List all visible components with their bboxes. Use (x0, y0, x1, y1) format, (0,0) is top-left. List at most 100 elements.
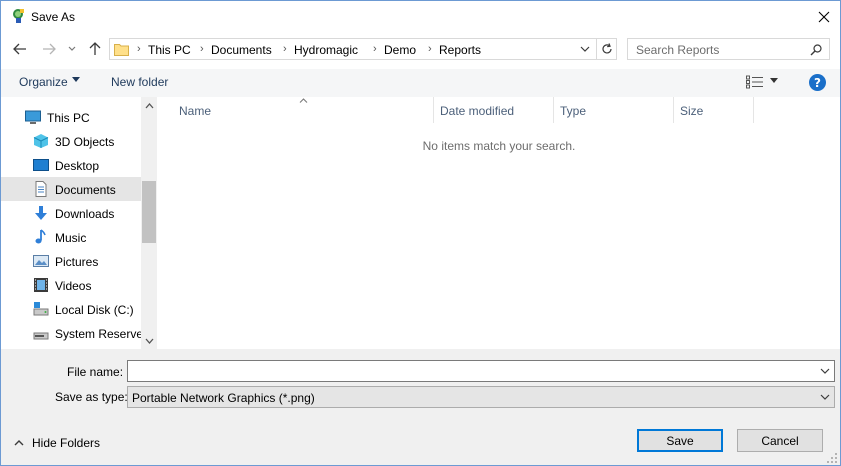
refresh-button[interactable] (596, 39, 616, 59)
close-icon (818, 11, 829, 22)
resize-grip-icon[interactable] (826, 452, 838, 464)
picture-icon (33, 255, 49, 267)
column-label: Size (680, 104, 704, 118)
nav-label: Pictures (55, 255, 99, 269)
chevron-down-icon (145, 338, 153, 344)
navigation-pane: This PC 3D Objects Desktop Documents Dow… (1, 97, 157, 349)
refresh-icon (601, 43, 612, 54)
organize-button[interactable]: Organize (19, 75, 68, 89)
nav-item-system-reserved[interactable]: System Reserved (1, 321, 150, 345)
close-button[interactable] (807, 1, 840, 32)
chevron-up-icon (145, 102, 153, 108)
nav-label: Videos (55, 279, 92, 293)
command-bar: Organize New folder ? (1, 69, 840, 97)
download-arrow-icon (35, 206, 47, 220)
search-button[interactable] (808, 42, 824, 58)
save-type-dropdown-button[interactable] (817, 389, 833, 405)
document-icon (35, 181, 47, 197)
breadcrumb-reports[interactable]: Reports (439, 43, 481, 57)
column-header-type[interactable]: Type (554, 97, 674, 123)
hide-folders-label: Hide Folders (32, 436, 101, 450)
breadcrumb-separator: › (200, 43, 204, 55)
column-header-size[interactable]: Size (674, 97, 754, 123)
chevron-up-icon (14, 440, 24, 446)
caret-down-icon[interactable] (770, 78, 778, 83)
breadcrumb-separator: › (428, 43, 432, 55)
hide-folders-button[interactable]: Hide Folders (14, 436, 100, 450)
nav-item-3d-objects[interactable]: 3D Objects (1, 129, 141, 153)
save-form: File name: Save as type: Portable Networ… (1, 349, 840, 465)
file-name-label: File name: (67, 365, 124, 379)
nav-item-music[interactable]: Music (1, 225, 141, 249)
breadcrumb-hydromagic[interactable]: Hydromagic (294, 43, 358, 57)
nav-item-pictures[interactable]: Pictures (1, 249, 141, 273)
search-box[interactable]: Search Reports (627, 38, 830, 60)
column-label: Type (560, 104, 587, 118)
scroll-thumb[interactable] (142, 181, 156, 243)
nav-label: Downloads (55, 207, 115, 221)
new-folder-button[interactable]: New folder (111, 75, 168, 89)
address-history-button[interactable] (576, 41, 594, 57)
save-button[interactable]: Save (637, 429, 723, 452)
nav-item-documents[interactable]: Documents (1, 177, 141, 201)
chevron-down-icon (820, 368, 830, 374)
empty-state-text: No items match your search. (422, 139, 576, 153)
cube-icon (33, 134, 49, 148)
breadcrumb-this-pc[interactable]: This PC (148, 43, 191, 57)
search-input[interactable]: Search Reports (636, 43, 719, 57)
nav-label: Local Disk (C:) (55, 303, 134, 317)
scroll-up-button[interactable] (141, 97, 157, 114)
nav-item-downloads[interactable]: Downloads (1, 201, 141, 225)
column-header-name[interactable]: Name (173, 97, 434, 123)
save-as-dialog: Save As › This PC › Documents › Hydromag… (0, 0, 841, 466)
nav-label: Music (55, 231, 87, 245)
file-list[interactable]: Name Date modified Type Size No items ma… (158, 97, 840, 349)
nav-label: 3D Objects (55, 135, 115, 149)
save-type-select[interactable]: Portable Network Graphics (*.png) (127, 386, 835, 408)
drive-icon (33, 302, 49, 316)
nav-item-desktop[interactable]: Desktop (1, 153, 141, 177)
nav-scrollbar[interactable] (141, 97, 157, 349)
arrow-right-icon (43, 43, 56, 55)
nav-label: Documents (55, 183, 116, 197)
search-icon (810, 44, 822, 56)
recent-locations-button[interactable] (64, 39, 80, 59)
save-type-value: Portable Network Graphics (*.png) (132, 391, 315, 405)
file-name-input[interactable] (128, 361, 808, 381)
nav-label: System Reserved (55, 327, 150, 341)
breadcrumb-documents[interactable]: Documents (211, 43, 272, 57)
save-type-label: Save as type: (55, 390, 128, 404)
empty-state-message: No items match your search. (158, 139, 840, 153)
breadcrumb-separator: › (137, 43, 141, 55)
scroll-down-button[interactable] (141, 332, 157, 349)
caret-down-icon (72, 77, 80, 82)
cancel-button[interactable]: Cancel (737, 429, 823, 452)
address-bar[interactable]: › This PC › Documents › Hydromagic › Dem… (109, 38, 617, 60)
file-name-field[interactable] (127, 360, 835, 382)
chevron-down-icon (580, 46, 590, 52)
back-button[interactable] (10, 39, 30, 59)
nav-item-videos[interactable]: Videos (1, 273, 141, 297)
nav-item-local-disk[interactable]: Local Disk (C:) (1, 297, 141, 321)
desktop-icon (33, 159, 49, 171)
forward-button[interactable] (39, 39, 59, 59)
view-details-icon[interactable] (746, 75, 764, 89)
nav-label: This PC (47, 111, 90, 125)
file-name-dropdown-button[interactable] (817, 363, 833, 379)
window-title: Save As (31, 10, 76, 24)
breadcrumb-demo[interactable]: Demo (384, 43, 416, 57)
title-bar: Save As (1, 1, 840, 32)
film-icon (34, 278, 48, 292)
music-note-icon (35, 229, 46, 244)
computer-icon (25, 110, 41, 124)
breadcrumb-separator: › (373, 43, 377, 55)
breadcrumb-separator: › (283, 43, 287, 55)
up-button[interactable] (85, 39, 105, 59)
help-button[interactable]: ? (809, 74, 826, 91)
app-icon (13, 9, 24, 23)
column-label: Name (179, 104, 212, 118)
chevron-down-icon (820, 394, 830, 400)
nav-item-this-pc[interactable]: This PC (1, 105, 141, 129)
column-header-date-modified[interactable]: Date modified (434, 97, 554, 123)
drive-icon (33, 332, 49, 340)
